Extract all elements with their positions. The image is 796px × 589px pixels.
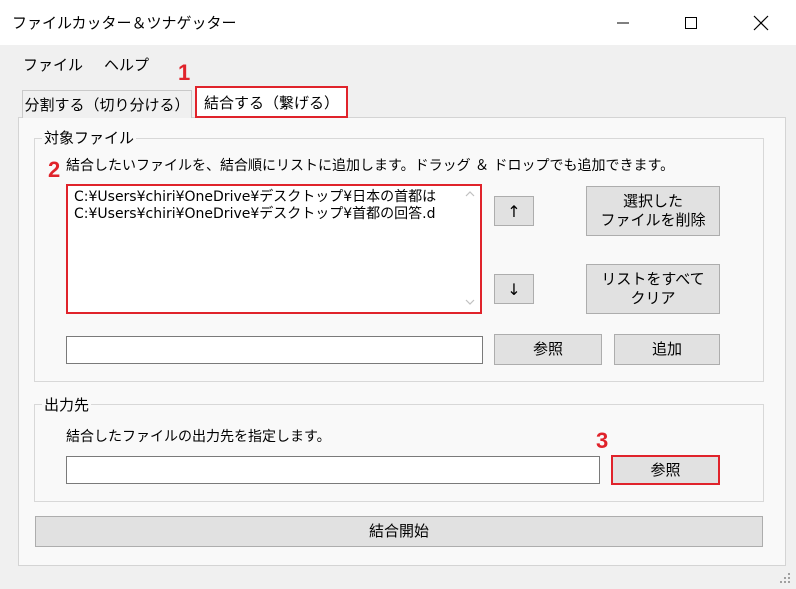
- delete-selected-label-line1: 選択した: [622, 192, 683, 210]
- list-item[interactable]: C:¥Users¥chiri¥OneDrive¥デスクトップ¥日本の首都は: [68, 189, 480, 206]
- output-instruction: 結合したファイルの出力先を指定します。: [66, 429, 331, 445]
- list-item[interactable]: C:¥Users¥chiri¥OneDrive¥デスクトップ¥首都の回答.d: [68, 206, 480, 223]
- menu-help[interactable]: ヘルプ: [100, 52, 153, 77]
- delete-selected-button[interactable]: 選択した ファイルを削除: [586, 186, 720, 236]
- move-up-button[interactable]: ↑: [494, 196, 534, 226]
- maximize-icon: [685, 16, 697, 29]
- minimize-icon: [617, 22, 629, 23]
- close-button[interactable]: [738, 0, 784, 45]
- browse-file-button[interactable]: 参照: [494, 334, 602, 365]
- start-join-button[interactable]: 結合開始: [35, 516, 763, 547]
- output-legend: 出力先: [42, 394, 92, 415]
- clear-all-label-line2: クリア: [630, 289, 676, 307]
- close-icon: [753, 15, 769, 30]
- target-files-instruction: 結合したいファイルを、結合順にリストに追加します。ドラッグ ＆ ドロップでも追加…: [66, 158, 675, 174]
- window-title: ファイルカッター＆ツナゲッター: [12, 14, 237, 32]
- minimize-button[interactable]: [600, 0, 646, 45]
- title-bar: ファイルカッター＆ツナゲッター: [0, 0, 796, 45]
- clear-all-button[interactable]: リストをすべて クリア: [586, 264, 720, 314]
- add-file-button[interactable]: 追加: [614, 334, 720, 365]
- output-browse-button[interactable]: 参照: [611, 455, 720, 485]
- output-path-input[interactable]: [66, 456, 600, 484]
- list-scrollbar[interactable]: [460, 186, 480, 312]
- add-file-path-input[interactable]: [66, 336, 483, 364]
- maximize-button[interactable]: [668, 0, 714, 45]
- callout-2: 2: [48, 157, 61, 182]
- tab-split[interactable]: 分割する（切り分ける）: [22, 90, 192, 118]
- clear-all-label-line1: リストをすべて: [601, 270, 705, 288]
- menu-file[interactable]: ファイル: [19, 52, 87, 77]
- delete-selected-label-line2: ファイルを削除: [600, 211, 706, 229]
- output-group: [34, 404, 764, 502]
- chevron-up-icon[interactable]: [465, 190, 475, 198]
- move-down-button[interactable]: ↓: [494, 274, 534, 304]
- target-files-legend: 対象ファイル: [42, 127, 137, 148]
- chevron-down-icon[interactable]: [465, 298, 475, 306]
- menu-bar: ファイル ヘルプ: [0, 45, 796, 81]
- file-listbox[interactable]: C:¥Users¥chiri¥OneDrive¥デスクトップ¥日本の首都は C:…: [66, 184, 482, 314]
- callout-1: 1: [178, 60, 191, 85]
- tab-join[interactable]: 結合する（繋げる）: [195, 86, 348, 118]
- callout-3: 3: [596, 428, 609, 453]
- resize-grip-icon[interactable]: [778, 571, 792, 585]
